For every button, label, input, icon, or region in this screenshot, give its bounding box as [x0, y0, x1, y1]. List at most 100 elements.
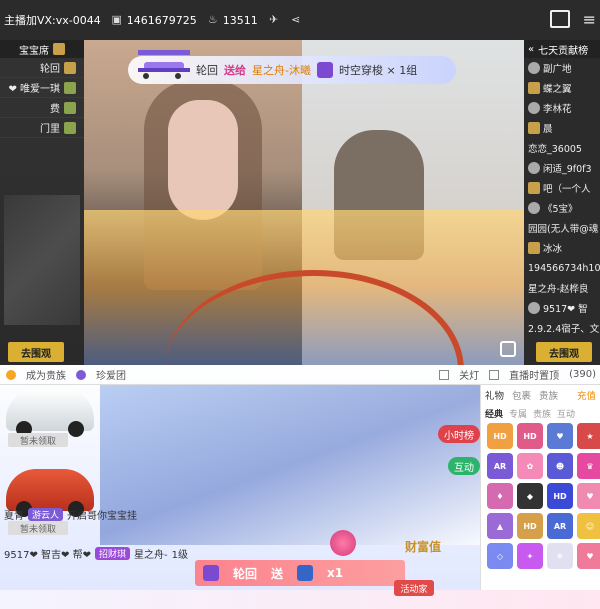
contributor-row[interactable]: 194566734h106	[524, 258, 600, 278]
collapse-icon[interactable]: «	[528, 44, 534, 55]
gift-panel: 礼物 包裹 贵族 充值 经典 专属 贵族 互动 HD HD ♥ ★ AR ✿ ☻…	[480, 385, 600, 609]
rank-icon	[528, 82, 540, 94]
white-car[interactable]	[6, 389, 94, 437]
avatar	[528, 102, 540, 114]
contributor-row[interactable]: 吧（一个人	[524, 178, 600, 198]
contributor-row[interactable]: 恋恋_36005	[524, 138, 600, 158]
chat-message: 夏青 游云人 开启哥你宝宝挂	[4, 505, 137, 523]
gift-item[interactable]: ♛	[577, 453, 600, 479]
car-status-label: 暂未领取	[8, 433, 68, 447]
activity-button[interactable]: 活动家	[394, 580, 434, 596]
id-icon: ▣	[111, 13, 122, 26]
edit-icon[interactable]	[500, 341, 516, 357]
contributor-name: 李林花	[543, 104, 572, 115]
gift-item[interactable]: ♦	[487, 483, 513, 509]
gift-icon	[316, 62, 333, 78]
gift-item[interactable]: ☺	[577, 513, 600, 539]
contributor-row[interactable]: 园园(无人带@魂	[524, 218, 600, 238]
tab-bag[interactable]: 包裹	[512, 388, 531, 402]
gift-item[interactable]: HD	[487, 423, 513, 449]
chat-user-2[interactable]: 星之舟-	[134, 546, 168, 561]
gift-item[interactable]: AR	[547, 513, 573, 539]
contributor-row[interactable]: 星之舟-赵桦良	[524, 278, 600, 298]
host-face	[168, 100, 238, 220]
screen-share-icon[interactable]	[550, 10, 570, 28]
gift-toast: 轮回 送 x1	[195, 560, 405, 586]
gift-item[interactable]: ◇	[487, 543, 513, 569]
become-noble-link[interactable]: 成为贵族	[26, 367, 66, 382]
rank-icon	[528, 182, 540, 194]
contributor-row[interactable]: 李林花	[524, 98, 600, 118]
gift-item[interactable]: ▲	[487, 513, 513, 539]
contributor-name: 吧（一个人	[543, 184, 591, 195]
left-watch-button[interactable]: 去围观	[8, 342, 64, 362]
gift-item[interactable]: ☻	[547, 453, 573, 479]
contributor-row[interactable]: 《5宝》	[524, 198, 600, 218]
gift-item[interactable]: ✦	[517, 543, 543, 569]
level-icon	[64, 121, 76, 134]
auto-top-checkbox[interactable]	[489, 369, 500, 380]
avatar	[528, 302, 540, 314]
right-watch-button[interactable]: 去围观	[536, 342, 592, 362]
lights-off-checkbox[interactable]	[439, 369, 450, 380]
interact-pill[interactable]: 互动	[448, 457, 480, 475]
banner-sender: 轮回	[196, 64, 218, 77]
tab-noble[interactable]: 贵族	[539, 388, 558, 402]
live-video[interactable]	[84, 40, 524, 365]
contributor-row[interactable]: 冰冰	[524, 238, 600, 258]
left-seat-row[interactable]: ❤ 唯爱一琪	[0, 78, 84, 98]
wealth-value-label[interactable]: 财富值	[405, 538, 465, 558]
subtab-exclusive[interactable]: 专属	[509, 407, 527, 420]
gift-item[interactable]: ★	[577, 423, 600, 449]
seat-name: 轮回	[40, 64, 60, 75]
contributor-name: 闲适_9f0f3	[543, 164, 592, 175]
tab-gifts[interactable]: 礼物	[485, 388, 504, 402]
guard-link[interactable]: 珍爱团	[96, 367, 126, 382]
gift-item[interactable]: ♥	[577, 543, 600, 569]
gift-item[interactable]: AR	[487, 453, 513, 479]
chat-user[interactable]: 9517❤ 智吉❤ 帮❤	[4, 546, 91, 561]
seat-name: 费	[50, 104, 60, 115]
gift-item[interactable]: ♥	[547, 423, 573, 449]
contributor-row[interactable]: 晨	[524, 118, 600, 138]
toast-count: x1	[327, 566, 344, 580]
left-seat-row[interactable]: 门里	[0, 118, 84, 138]
banner-receiver: 星之舟-沐曦	[252, 64, 311, 77]
contributor-name: 蝶之翼	[543, 84, 572, 95]
left-seat-row[interactable]: 费	[0, 98, 84, 118]
subtab-classic[interactable]: 经典	[485, 407, 503, 420]
chat-badge: 招财琪	[94, 546, 130, 560]
subtab-noble[interactable]: 贵族	[533, 407, 551, 420]
chat-tail: 1级	[171, 549, 188, 561]
gift-item[interactable]: HD	[517, 423, 543, 449]
car-status-label: 暂未领取	[8, 521, 68, 535]
contributor-row[interactable]: 2.9.2.4宿子、文	[524, 318, 600, 338]
left-seat-row[interactable]: 轮回	[0, 58, 84, 78]
hour-rank-pill[interactable]: 小时榜	[438, 425, 480, 443]
hot-count: 13511	[222, 13, 258, 27]
gift-item[interactable]: ❄	[547, 543, 573, 569]
gift-item[interactable]: ✿	[517, 453, 543, 479]
contributor-row[interactable]: 9517❤ 智	[524, 298, 600, 318]
gift-banner: 轮回 送给 星之舟-沐曦 时空穿梭 × 1组	[128, 50, 456, 84]
top-up-link[interactable]: 充值	[577, 388, 596, 402]
subtab-interactive[interactable]: 互动	[557, 407, 575, 420]
gift-item[interactable]: HD	[517, 513, 543, 539]
menu-icon[interactable]: ≡	[583, 10, 596, 29]
toast-verb: 送	[271, 566, 284, 581]
top-bar: 主播加VX:vx-0044 ▣ 1461679725 ♨ 13511 ✈ ⋖ ≡	[0, 0, 600, 40]
share-icon[interactable]: ⋖	[290, 14, 302, 26]
chat-user[interactable]: 夏青	[4, 507, 24, 522]
gift-item[interactable]: ◆	[517, 483, 543, 509]
contributor-name: 副广地	[543, 64, 572, 75]
contributor-row[interactable]: 蝶之翼	[524, 78, 600, 98]
gift-item[interactable]: HD	[547, 483, 573, 509]
contributor-row[interactable]: 副广地	[524, 58, 600, 78]
auto-top-count: (390)	[569, 369, 596, 380]
chat-badge: 游云人	[28, 507, 64, 521]
contributor-row[interactable]: 闲适_9f0f3	[524, 158, 600, 178]
gift-item[interactable]: ♥	[577, 483, 600, 509]
gift-grid: HD HD ♥ ★ AR ✿ ☻ ♛ ♦ ◆ HD ♥ ▲ HD AR ☺ ◇ …	[481, 421, 600, 571]
plane-icon[interactable]: ✈	[268, 14, 280, 26]
seat-name: ❤ 唯爱一琪	[8, 84, 60, 95]
